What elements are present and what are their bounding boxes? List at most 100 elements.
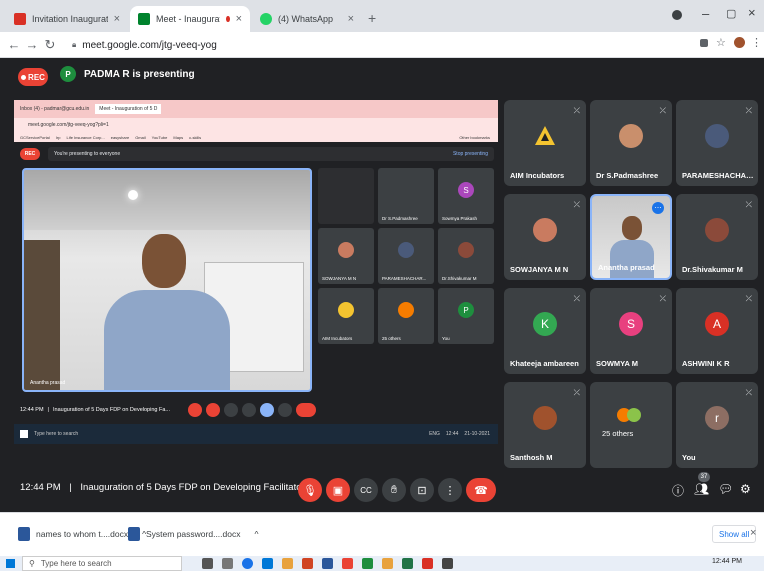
calculator-icon[interactable] bbox=[442, 558, 453, 569]
reload-icon[interactable]: ↻ bbox=[42, 37, 58, 53]
mic-muted-icon: ⤫ bbox=[659, 294, 666, 303]
participant-tile[interactable]: ⋯ Anantha prasad bbox=[590, 194, 672, 280]
app-icon[interactable] bbox=[262, 558, 273, 569]
url-text: meet.google.com/jtg-veeq-yog bbox=[82, 39, 217, 51]
profile-avatar[interactable] bbox=[734, 37, 745, 48]
pdf-icon[interactable] bbox=[422, 558, 433, 569]
star-icon[interactable]: ☆ bbox=[716, 36, 726, 49]
maximize-icon[interactable]: ▢ bbox=[726, 7, 736, 20]
presented-taskbar: Type here to search ENG 12:44 21-10-2021 bbox=[14, 424, 498, 444]
ceiling bbox=[24, 170, 310, 230]
recording-dot-icon bbox=[226, 16, 230, 22]
word-icon[interactable] bbox=[322, 558, 333, 569]
app-icon[interactable] bbox=[382, 558, 393, 569]
participant-name: AIM Incubators bbox=[510, 171, 565, 180]
presented-tile bbox=[318, 168, 374, 224]
bookmark: Maps bbox=[173, 134, 184, 140]
camera-off-icon: ▣ bbox=[332, 484, 344, 497]
more-icon: ⋮ bbox=[444, 484, 456, 497]
participant-tile[interactable]: ⤫ Dr S.Padmashree bbox=[590, 100, 672, 186]
participant-tile[interactable]: ⤫ Dr.Shivakumar M bbox=[676, 194, 758, 280]
presented-tab: Inbox (4) - padmar@gcu.edu.in bbox=[20, 106, 90, 112]
participant-tile[interactable]: ⤫ AIM Incubators bbox=[504, 100, 586, 186]
presented-tile: AIM Incubators bbox=[318, 288, 374, 344]
download-item[interactable]: names to whom t....docx ^ bbox=[18, 527, 146, 541]
presenter-banner: P PADMA R is presenting bbox=[60, 66, 195, 82]
separator: | bbox=[69, 482, 72, 493]
activities-icon[interactable]: ⚙︎ bbox=[740, 482, 751, 496]
app-icon[interactable] bbox=[302, 558, 313, 569]
participant-tile[interactable]: S ⤫ SOWMYA M bbox=[590, 288, 672, 374]
tab-invitation[interactable]: Invitation Inauguration of 5 Day × bbox=[6, 6, 128, 32]
presented-meet: REC You're presenting to everyone Stop p… bbox=[14, 142, 498, 486]
more-icon bbox=[277, 403, 292, 417]
leave-call-button[interactable]: ☎︎ bbox=[466, 478, 496, 502]
mic-muted-icon: ⤫ bbox=[745, 388, 752, 397]
minimize-icon[interactable]: – bbox=[702, 6, 709, 21]
mic-muted-icon: ⤫ bbox=[745, 200, 752, 209]
avatar bbox=[458, 242, 474, 258]
taskbar-search[interactable]: ⚲ Type here to search bbox=[22, 556, 182, 571]
person-head bbox=[142, 234, 186, 288]
participant-name: ASHWINI K R bbox=[682, 359, 730, 368]
participant-tile[interactable]: ⤫ Santhosh M bbox=[504, 382, 586, 468]
bookmark: Gmail bbox=[135, 134, 146, 140]
more-options-icon[interactable]: ⋯ bbox=[652, 202, 664, 214]
door bbox=[24, 240, 60, 390]
presented-rec-badge: REC bbox=[20, 148, 40, 160]
participant-tile[interactable]: 25 others bbox=[590, 382, 672, 468]
chat-icon[interactable]: 💬︎ bbox=[718, 482, 733, 496]
account-icon[interactable] bbox=[672, 10, 682, 20]
captions-button[interactable]: CC bbox=[354, 478, 378, 502]
chevron-up-icon[interactable]: ^ bbox=[254, 529, 258, 539]
presented-date: 21-10-2021 bbox=[464, 431, 490, 437]
presented-search: Type here to search bbox=[34, 431, 79, 437]
tab-whatsapp[interactable]: (4) WhatsApp × bbox=[252, 6, 362, 32]
tab-meet[interactable]: Meet - Inauguration of 5 Dc × bbox=[130, 6, 250, 32]
download-item[interactable]: System password....docx ^ bbox=[128, 527, 258, 541]
present-button[interactable]: ⊡ bbox=[410, 478, 434, 502]
back-icon[interactable]: ← bbox=[6, 37, 22, 52]
avatar bbox=[533, 218, 557, 242]
avatar bbox=[338, 242, 354, 258]
close-icon[interactable]: × bbox=[114, 13, 120, 25]
task-view-icon[interactable] bbox=[202, 558, 213, 569]
menu-icon[interactable]: ⋮ bbox=[751, 36, 762, 49]
people-icon[interactable]: 👥︎ 37 bbox=[694, 472, 710, 496]
forward-icon[interactable]: → bbox=[24, 37, 40, 52]
url-field[interactable]: 🔒︎ meet.google.com/jtg-veeq-yog bbox=[68, 36, 668, 54]
avatar bbox=[533, 406, 557, 430]
person-shirt bbox=[104, 290, 230, 390]
file-explorer-icon[interactable] bbox=[282, 558, 293, 569]
avatar: P bbox=[458, 302, 474, 318]
mic-off-icon bbox=[187, 403, 202, 417]
app-icon[interactable] bbox=[342, 558, 353, 569]
mic-toggle-button[interactable]: 🎙︎ bbox=[298, 478, 322, 502]
close-icon[interactable]: × bbox=[236, 13, 242, 25]
participant-tile[interactable]: ⤫ PARAMESHACHARI ... bbox=[676, 100, 758, 186]
raise-hand-button[interactable]: ✋︎ bbox=[382, 478, 406, 502]
participant-tile[interactable]: ⤫ SOWJANYA M N bbox=[504, 194, 586, 280]
participant-tile[interactable]: K ⤫ Khateeja ambareen bbox=[504, 288, 586, 374]
close-shelf-icon[interactable]: × bbox=[750, 527, 756, 539]
chrome-icon[interactable] bbox=[242, 558, 253, 569]
app-icon[interactable] bbox=[362, 558, 373, 569]
new-tab-button[interactable]: + bbox=[368, 10, 376, 26]
close-icon[interactable]: × bbox=[348, 13, 354, 25]
video-person-body bbox=[610, 240, 654, 278]
app-icon[interactable] bbox=[222, 558, 233, 569]
more-options-button[interactable]: ⋮ bbox=[438, 478, 462, 502]
excel-icon[interactable] bbox=[402, 558, 413, 569]
window-close-icon[interactable]: × bbox=[748, 5, 756, 20]
bookmark: Other bookmarks bbox=[459, 134, 490, 140]
hand-icon: ✋︎ bbox=[390, 483, 398, 496]
windows-start-icon[interactable] bbox=[6, 559, 15, 568]
participant-tile[interactable]: r ⤫ You bbox=[676, 382, 758, 468]
camera-icon[interactable] bbox=[700, 39, 708, 47]
windows-taskbar: ⚲ Type here to search 12:44 PM bbox=[0, 556, 764, 571]
participant-tile[interactable]: A ⤫ ASHWINI K R bbox=[676, 288, 758, 374]
camera-toggle-button[interactable]: ▣ bbox=[326, 478, 350, 502]
bookmark: GCServicePortal bbox=[20, 134, 50, 140]
gmail-icon bbox=[14, 13, 26, 25]
info-icon[interactable]: ⓘ bbox=[672, 482, 684, 499]
